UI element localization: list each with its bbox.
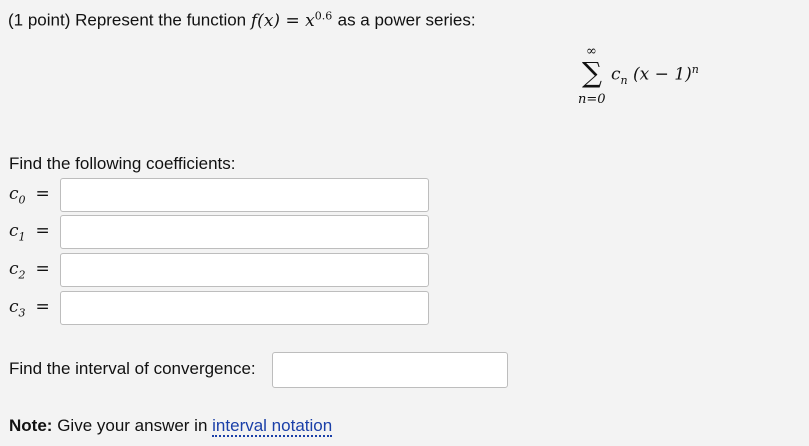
- coefficient-label: c0 =: [9, 184, 50, 206]
- question-prefix: (1 point) Represent the function: [8, 10, 247, 30]
- power-series-formula: ∞ ∑ n=0 cn (x − 1)n: [578, 44, 718, 119]
- interval-notation-link[interactable]: interval notation: [212, 416, 333, 437]
- series-coef: c: [611, 64, 621, 85]
- coef-sub: 1: [18, 230, 26, 244]
- c1-input[interactable]: [60, 215, 429, 249]
- coef-sub: 2: [18, 268, 26, 282]
- function-equals: =: [285, 10, 300, 31]
- coefficient-row-c1: c1 =: [9, 215, 434, 249]
- c0-input[interactable]: [60, 178, 429, 212]
- c3-input[interactable]: [60, 291, 429, 325]
- coef-equals: =: [35, 297, 50, 317]
- question-text: (1 point) Represent the function f(x) = …: [8, 9, 476, 31]
- coef-base: c: [9, 297, 19, 317]
- question-suffix: as a power series:: [337, 10, 476, 30]
- coefficient-row-c0: c0 =: [9, 178, 434, 212]
- coef-base: c: [9, 184, 19, 204]
- coefficient-label: c2 =: [9, 259, 50, 281]
- series-coef-sub: n: [620, 74, 628, 88]
- sigma-symbol: ∑: [582, 56, 602, 89]
- coefficient-label: c1 =: [9, 221, 50, 243]
- coef-equals: =: [35, 259, 50, 279]
- function-expression: f(x) = x0.6: [250, 9, 338, 31]
- coefficients-heading: Find the following coefficients:: [9, 154, 236, 173]
- coefficient-row-c3: c3 =: [9, 291, 434, 325]
- series-term: cn (x − 1)n: [611, 63, 699, 87]
- note-text: Note: Give your answer in interval notat…: [9, 416, 333, 437]
- series-exponent: n: [691, 63, 699, 76]
- coef-sub: 3: [18, 306, 26, 320]
- coef-sub: 0: [18, 193, 26, 207]
- interval-label: Find the interval of convergence:: [9, 359, 256, 378]
- coef-base: c: [9, 259, 19, 279]
- coef-equals: =: [35, 221, 50, 241]
- note-label: Note:: [9, 416, 53, 435]
- coefficient-label: c3 =: [9, 297, 50, 319]
- function-lhs: f(x): [250, 10, 281, 31]
- coef-equals: =: [35, 184, 50, 204]
- coef-base: c: [9, 221, 19, 241]
- series-binomial: (x − 1): [633, 64, 692, 85]
- coefficient-row-c2: c2 =: [9, 253, 434, 287]
- note-body: Give your answer in: [57, 416, 208, 435]
- function-base: x: [305, 10, 315, 31]
- sum-lower-limit: n=0: [578, 92, 606, 107]
- function-exponent: 0.6: [314, 9, 333, 22]
- interval-input[interactable]: [272, 352, 508, 388]
- c2-input[interactable]: [60, 253, 429, 287]
